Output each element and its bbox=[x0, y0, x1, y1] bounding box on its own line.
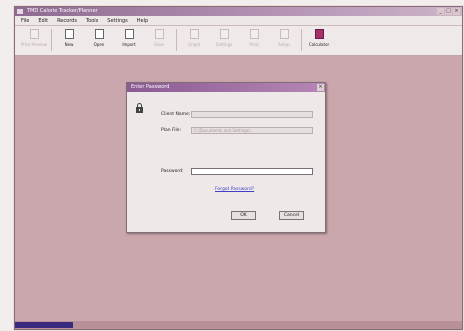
calculator-icon bbox=[314, 29, 324, 39]
dialog-title-bar: Enter Password × bbox=[127, 83, 325, 92]
open-button[interactable]: Open bbox=[84, 26, 114, 53]
toolbar-separator bbox=[301, 29, 302, 51]
plan-file-row: Plan File: C:\Documents and Settings\... bbox=[161, 127, 313, 134]
maximize-button[interactable]: □ bbox=[445, 8, 452, 15]
new-file-icon bbox=[64, 29, 74, 39]
printer-icon bbox=[249, 29, 259, 39]
save-icon bbox=[154, 29, 164, 39]
progress-bar bbox=[15, 322, 74, 328]
plan-file-label: Plan File: bbox=[161, 128, 182, 133]
graph-button[interactable]: Graph bbox=[179, 26, 209, 53]
toolbar-separator bbox=[176, 29, 177, 51]
dialog-title: Enter Password bbox=[131, 84, 170, 90]
import-icon bbox=[124, 29, 134, 39]
toolbar-separator bbox=[51, 29, 52, 51]
client-name-row: Client Name: bbox=[161, 111, 313, 118]
import-button[interactable]: Import bbox=[114, 26, 144, 53]
cancel-button[interactable]: Cancel bbox=[279, 211, 304, 220]
lock-icon bbox=[136, 103, 143, 113]
title-bar: TMD Calorie Tracker/Planner _ □ × bbox=[15, 7, 462, 16]
graph-icon bbox=[189, 29, 199, 39]
ok-button[interactable]: OK bbox=[231, 211, 256, 220]
plan-file-field: C:\Documents and Settings\... bbox=[191, 127, 313, 134]
window-title: TMD Calorie Tracker/Planner bbox=[27, 8, 98, 14]
toolbar: Print Preview New Open Import Save Graph… bbox=[15, 26, 462, 56]
dialog-close-button[interactable]: × bbox=[317, 84, 324, 91]
enter-password-dialog: Enter Password × Client Name: Plan File:… bbox=[126, 82, 326, 233]
password-row: Password: bbox=[161, 168, 313, 175]
print-button[interactable]: Print bbox=[239, 26, 269, 53]
client-name-field bbox=[191, 111, 313, 118]
save-button[interactable]: Save bbox=[144, 26, 174, 53]
menu-tools[interactable]: Tools bbox=[86, 18, 98, 24]
app-icon bbox=[17, 9, 23, 14]
print-preview-button[interactable]: Print Preview bbox=[19, 26, 49, 53]
password-label: Password: bbox=[161, 169, 184, 174]
window-controls: _ □ × bbox=[437, 8, 460, 15]
menu-edit[interactable]: Edit bbox=[38, 18, 48, 24]
settings-button[interactable]: Settings bbox=[209, 26, 239, 53]
close-button[interactable]: × bbox=[453, 8, 460, 15]
settings-icon bbox=[219, 29, 229, 39]
menu-records[interactable]: Records bbox=[57, 18, 77, 24]
password-input[interactable] bbox=[191, 168, 313, 175]
menu-help[interactable]: Help bbox=[137, 18, 148, 24]
menu-settings[interactable]: Settings bbox=[107, 18, 128, 24]
setup-icon bbox=[279, 29, 289, 39]
new-button[interactable]: New bbox=[54, 26, 84, 53]
forgot-password-link[interactable]: Forgot Password? bbox=[215, 187, 254, 192]
calculator-button[interactable]: Calculator bbox=[304, 26, 334, 53]
client-name-label: Client Name: bbox=[161, 112, 191, 117]
menu-file[interactable]: File bbox=[21, 18, 29, 24]
status-bar bbox=[15, 321, 462, 329]
print-preview-icon bbox=[29, 29, 39, 39]
setup-button[interactable]: Setup bbox=[269, 26, 299, 53]
minimize-button[interactable]: _ bbox=[437, 8, 444, 15]
menu-bar: File Edit Records Tools Settings Help bbox=[15, 16, 462, 26]
open-file-icon bbox=[94, 29, 104, 39]
